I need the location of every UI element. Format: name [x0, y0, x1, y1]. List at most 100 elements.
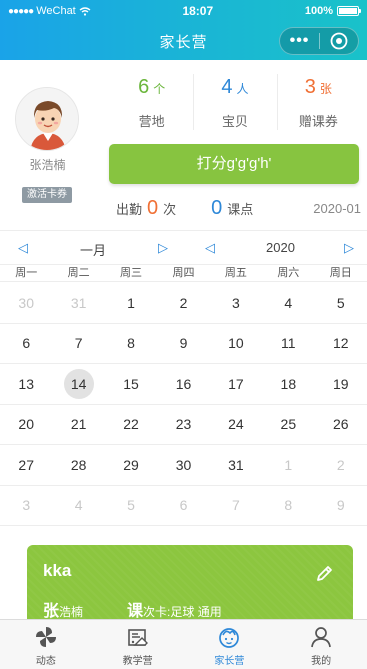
attendance-count: 0 [147, 196, 159, 219]
calendar-day[interactable]: 16 [157, 364, 209, 404]
calendar-day[interactable]: 31 [210, 445, 262, 485]
stat-label: 宝贝 [221, 114, 248, 129]
calendar-day[interactable]: 17 [210, 364, 262, 404]
calendar-day[interactable]: 2 [315, 445, 367, 485]
more-button[interactable]: ••• [280, 27, 319, 55]
day-number: 6 [179, 497, 188, 514]
prev-month-button[interactable]: ◁ [18, 240, 28, 256]
calendar-day[interactable]: 7 [52, 324, 104, 364]
calendar-day[interactable]: 9 [157, 324, 209, 364]
calendar-day[interactable]: 13 [0, 364, 52, 404]
course-type: 次卡:足球 通用 [143, 605, 222, 619]
stat-value: 6 [138, 76, 150, 98]
day-number: 18 [280, 375, 297, 392]
calendar-day[interactable]: 21 [52, 405, 104, 445]
calendar-day[interactable]: 22 [105, 405, 157, 445]
next-month-button[interactable]: ▷ [158, 240, 168, 256]
calendar-day[interactable]: 11 [262, 324, 314, 364]
calendar-day[interactable]: 30 [157, 445, 209, 485]
calendar-week-row: 13 14 15 16 17 18 19 [0, 364, 367, 405]
calendar-day[interactable]: 30 [0, 283, 52, 323]
year-label: 2020 [266, 240, 295, 255]
points-count: 0 [211, 196, 223, 219]
boy-avatar-icon [16, 88, 78, 150]
calendar-day[interactable]: 9 [315, 486, 367, 526]
calendar-week-row: 27 28 29 30 31 1 2 [0, 445, 367, 486]
calendar-day[interactable]: 8 [262, 486, 314, 526]
calendar-day[interactable]: 5 [105, 486, 157, 526]
day-number: 16 [175, 375, 192, 392]
day-number: 2 [336, 456, 345, 473]
calendar-day[interactable]: 12 [315, 324, 367, 364]
tab-label: 家长营 [214, 656, 245, 667]
calendar-day[interactable]: 15 [105, 364, 157, 404]
calendar-day[interactable]: 25 [262, 405, 314, 445]
avatar[interactable] [15, 87, 79, 151]
person-icon [311, 627, 331, 648]
activate-voucher-button[interactable]: 激活卡券 [22, 187, 72, 203]
tab-dynamics[interactable]: 动态 [0, 620, 92, 669]
tab-teaching-camp[interactable]: 教学营 [92, 620, 184, 669]
calendar-day[interactable]: 23 [157, 405, 209, 445]
card-student: 张浩楠 [43, 597, 83, 621]
day-number: 5 [336, 294, 345, 311]
weekday-label: 周六 [277, 267, 300, 279]
calendar-day[interactable]: 8 [105, 324, 157, 364]
course-card[interactable]: kka 张浩楠 课次卡:足球 通用 [27, 545, 353, 630]
day-number: 7 [74, 335, 83, 352]
clock: 18:07 [182, 4, 214, 18]
calendar-day[interactable]: 31 [52, 283, 104, 323]
calendar-day[interactable]: 1 [262, 445, 314, 485]
calendar-day[interactable]: 2 [157, 283, 209, 323]
stat-children[interactable]: 4人 宝贝 [193, 68, 276, 138]
calendar-day[interactable]: 19 [315, 364, 367, 404]
calendar-day[interactable]: 4 [262, 283, 314, 323]
calendar-day[interactable]: 10 [210, 324, 262, 364]
calendar-week-row: 6 7 8 9 10 11 12 [0, 324, 367, 364]
month-label: 一月 [80, 243, 107, 258]
calendar-day[interactable]: 29 [105, 445, 157, 485]
calendar-day[interactable]: 27 [0, 445, 52, 485]
calendar-day[interactable]: 1 [105, 283, 157, 323]
calendar-day[interactable]: 26 [315, 405, 367, 445]
calendar-day[interactable]: 4 [52, 486, 104, 526]
top-bar: ●●●●● WeChat 18:07 100% 家长营 ••• [0, 0, 367, 60]
day-number: 4 [74, 497, 83, 514]
day-number: 8 [284, 497, 293, 514]
next-year-button[interactable]: ▷ [344, 240, 354, 256]
day-number: 21 [70, 416, 87, 433]
stat-camps[interactable]: 6个 营地 [110, 68, 193, 138]
calendar-day-today[interactable]: 14 [52, 364, 104, 404]
calendar-day[interactable]: 18 [262, 364, 314, 404]
calendar-day[interactable]: 6 [0, 324, 52, 364]
calendar-day[interactable]: 28 [52, 445, 104, 485]
stat-vouchers[interactable]: 3张 赠课券 [276, 68, 360, 138]
target-close-icon [330, 32, 348, 50]
day-number: 14 [63, 368, 94, 399]
day-number: 31 [70, 294, 87, 311]
calendar-day[interactable]: 3 [210, 283, 262, 323]
calendar-day[interactable]: 20 [0, 405, 52, 445]
prev-year-button[interactable]: ◁ [205, 240, 215, 256]
day-number: 1 [284, 456, 293, 473]
day-number: 24 [228, 416, 244, 433]
calendar-day[interactable]: 7 [210, 486, 262, 526]
student-initial: 张 [43, 603, 60, 620]
day-number: 8 [127, 335, 135, 352]
tab-mine[interactable]: 我的 [275, 620, 367, 669]
calendar-day[interactable]: 3 [0, 486, 52, 526]
calendar-day[interactable]: 5 [315, 283, 367, 323]
close-button[interactable] [320, 32, 358, 50]
attendance-row: 出勤 0 次 0 课点 2020-01 [116, 196, 361, 220]
calendar-day[interactable]: 24 [210, 405, 262, 445]
weekday-label: 周日 [329, 267, 352, 279]
score-button[interactable]: 打分g'g'g'h' [109, 144, 359, 184]
day-number: 30 [18, 294, 34, 311]
day-number: 10 [228, 335, 244, 352]
day-number: 2 [179, 294, 188, 311]
carrier-name: WeChat [36, 5, 76, 17]
day-number: 9 [336, 497, 345, 514]
edit-button[interactable] [315, 563, 335, 588]
calendar-day[interactable]: 6 [157, 486, 209, 526]
tab-parent-camp[interactable]: 家长营 [184, 620, 276, 669]
